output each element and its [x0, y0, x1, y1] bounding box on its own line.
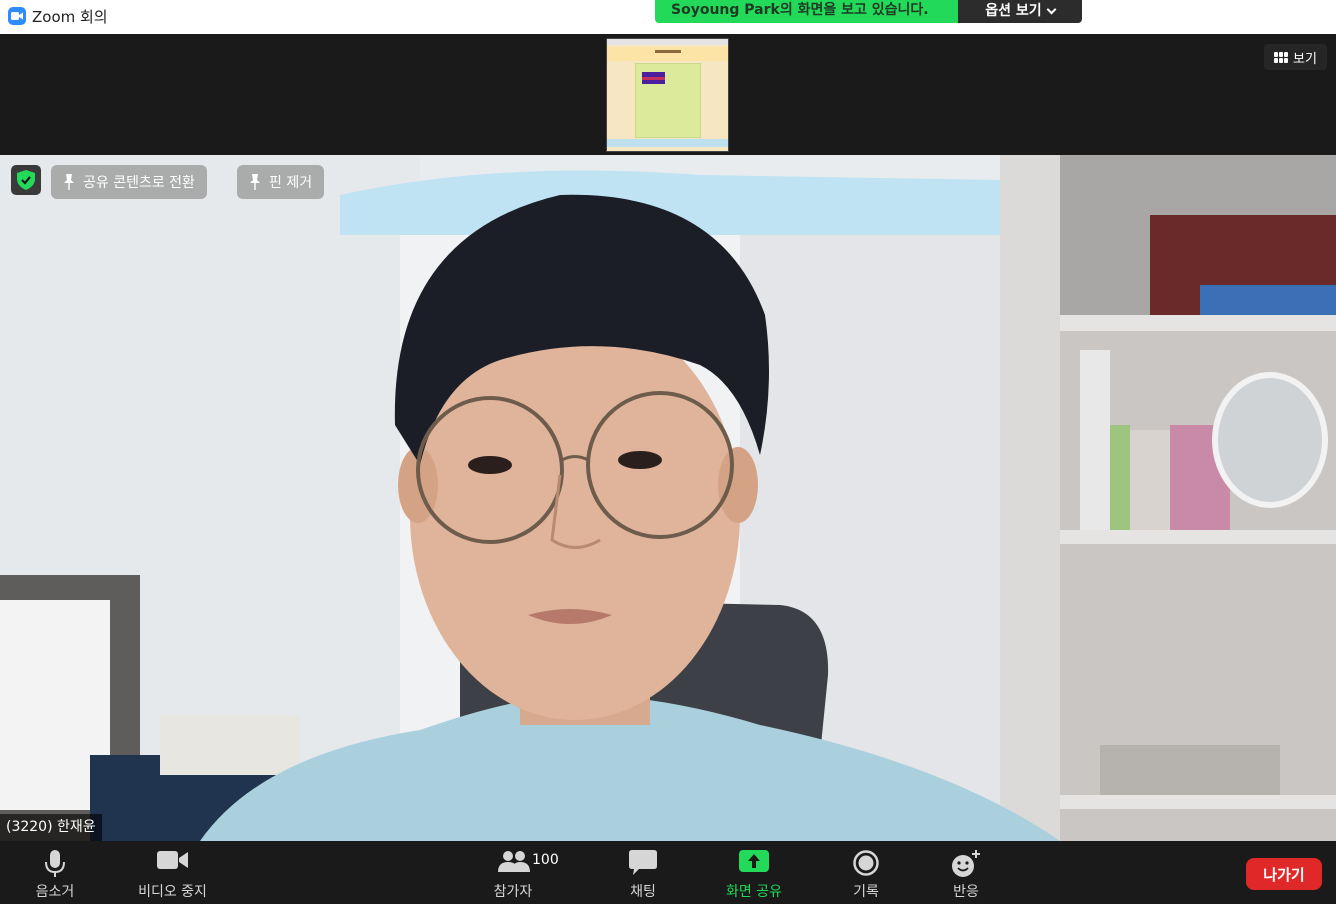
- unpin-button[interactable]: 핀 제거: [237, 165, 325, 199]
- title-bar: Zoom 회의 Soyoung Park의 화면을 보고 있습니다. 옵션 보기: [0, 0, 1336, 34]
- participants-button[interactable]: 100 참가자: [478, 841, 559, 904]
- reactions-label: 반응: [953, 884, 979, 900]
- switch-to-shared-content-label: 공유 콘텐츠로 전환: [83, 175, 195, 191]
- participants-icon: [498, 851, 530, 872]
- pin-icon: [250, 174, 260, 190]
- share-screen-button[interactable]: 화면 공유: [716, 841, 792, 904]
- active-speaker-video[interactable]: 공유 콘텐츠로 전환 핀 제거 (3220) 한재윤: [0, 155, 1336, 841]
- pin-icon: [64, 174, 74, 190]
- meeting-toolbar: 음소거 비디오 중지 100 참가자 채팅 화면 공유 기록 반응 나가기: [0, 841, 1336, 904]
- chat-label: 채팅: [630, 884, 656, 900]
- gallery-grid-icon: [1274, 51, 1289, 63]
- mute-button[interactable]: 음소거: [20, 841, 90, 904]
- share-screen-label: 화면 공유: [726, 884, 782, 900]
- view-options-button[interactable]: 옵션 보기: [958, 0, 1082, 23]
- zoom-camera-icon: [8, 7, 26, 25]
- shared-screen-strip: 보기: [0, 34, 1336, 154]
- share-status-text: Soyoung Park의 화면을 보고 있습니다.: [655, 0, 958, 23]
- participants-count: 100: [532, 852, 559, 868]
- chat-button[interactable]: 채팅: [608, 841, 678, 904]
- participants-label: 참가자: [493, 884, 533, 900]
- unpin-label: 핀 제거: [269, 175, 313, 191]
- view-options-label: 옵션 보기: [985, 3, 1042, 19]
- mute-label: 음소거: [35, 884, 75, 900]
- participant-name-tag: (3220) 한재윤: [0, 814, 102, 841]
- stop-video-button[interactable]: 비디오 중지: [125, 841, 220, 904]
- reactions-button[interactable]: 반응: [931, 841, 1001, 904]
- webcam-frame: [0, 155, 1336, 841]
- leave-meeting-button[interactable]: 나가기: [1246, 858, 1322, 890]
- screen-share-banner: Soyoung Park의 화면을 보고 있습니다. 옵션 보기: [655, 0, 1082, 23]
- shield-check-icon[interactable]: [11, 165, 41, 195]
- video-camera-icon: [156, 851, 188, 869]
- shared-screen-thumbnail[interactable]: [606, 38, 729, 152]
- record-button[interactable]: 기록: [831, 841, 901, 904]
- window-title: Zoom 회의: [32, 8, 108, 26]
- chat-bubble-icon: [629, 850, 657, 875]
- share-screen-icon: [739, 850, 769, 872]
- record-icon: [853, 850, 879, 876]
- record-label: 기록: [853, 884, 879, 900]
- microphone-icon: [45, 850, 65, 877]
- emoji-add-icon: [952, 850, 980, 877]
- view-button-label: 보기: [1293, 51, 1317, 67]
- switch-to-shared-content-button[interactable]: 공유 콘텐츠로 전환: [51, 165, 207, 199]
- chevron-down-icon: [1046, 4, 1057, 14]
- stop-video-label: 비디오 중지: [138, 884, 207, 900]
- view-button[interactable]: 보기: [1264, 44, 1327, 70]
